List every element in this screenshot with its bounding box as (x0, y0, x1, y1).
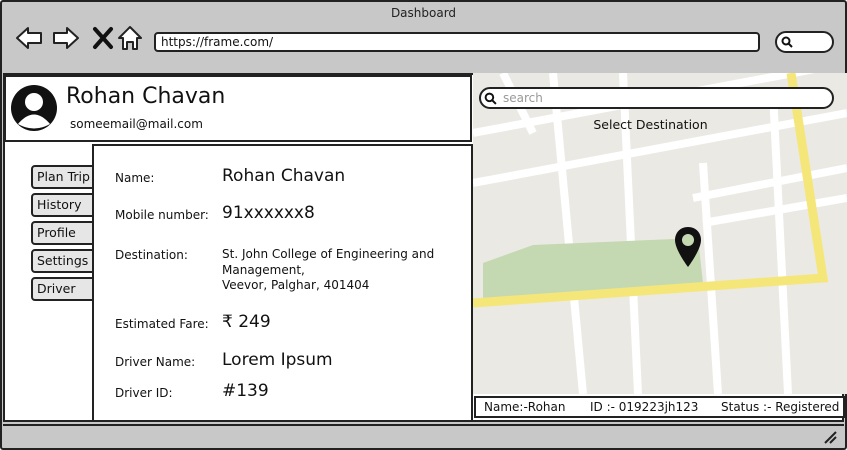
name-label: Name: (115, 171, 155, 185)
close-icon[interactable] (89, 24, 117, 52)
tab-history[interactable]: History (31, 193, 97, 217)
window-title: Dashboard (390, 6, 457, 20)
map-search-input[interactable]: search (479, 87, 834, 109)
tab-driver[interactable]: Driver (31, 277, 97, 301)
tab-profile[interactable]: Profile (31, 221, 97, 245)
driver-id-value: #139 (222, 381, 269, 401)
tab-plan-trip[interactable]: Plan Trip (31, 165, 97, 189)
destination-line3: Veevor, Palghar, 401404 (222, 278, 370, 292)
search-icon (484, 92, 497, 105)
driver-name-label: Driver Name: (115, 355, 196, 369)
bottom-bar (3, 424, 844, 446)
mobile-label: Mobile number: (115, 208, 209, 222)
location-pin-icon[interactable] (673, 226, 703, 268)
avatar (11, 85, 57, 131)
back-arrow-icon[interactable] (15, 24, 43, 52)
destination-line1: St. John College of Engineering and (222, 247, 435, 261)
destination-label: Destination: (115, 248, 188, 262)
search-icon (781, 36, 793, 48)
mobile-value: 91xxxxxx8 (222, 203, 315, 223)
browser-search-box[interactable] (775, 31, 834, 53)
fare-label: Estimated Fare: (115, 317, 209, 331)
name-value: Rohan Chavan (222, 166, 346, 186)
driver-id-label: Driver ID: (115, 386, 173, 400)
select-destination-caption: Select Destination (593, 117, 708, 132)
forward-arrow-icon[interactable] (52, 24, 80, 52)
home-icon[interactable] (116, 24, 144, 52)
url-bar[interactable]: https://frame.com/ (154, 32, 760, 52)
resize-handle-icon[interactable] (822, 430, 838, 444)
profile-email: someemail@mail.com (70, 117, 203, 131)
status-id: ID :- 019223jh123 (590, 400, 699, 414)
tab-settings[interactable]: Settings (31, 249, 97, 273)
profile-name: Rohan Chavan (66, 84, 226, 109)
status-name: Name:-Rohan (484, 400, 566, 414)
status-state: Status :- Registered (721, 400, 840, 414)
destination-line2: Management, (222, 263, 305, 277)
status-bar: Name:-Rohan ID :- 019223jh123 Status :- … (474, 396, 845, 418)
fare-value: ₹ 249 (222, 312, 271, 332)
driver-name-value: Lorem Ipsum (222, 350, 333, 370)
